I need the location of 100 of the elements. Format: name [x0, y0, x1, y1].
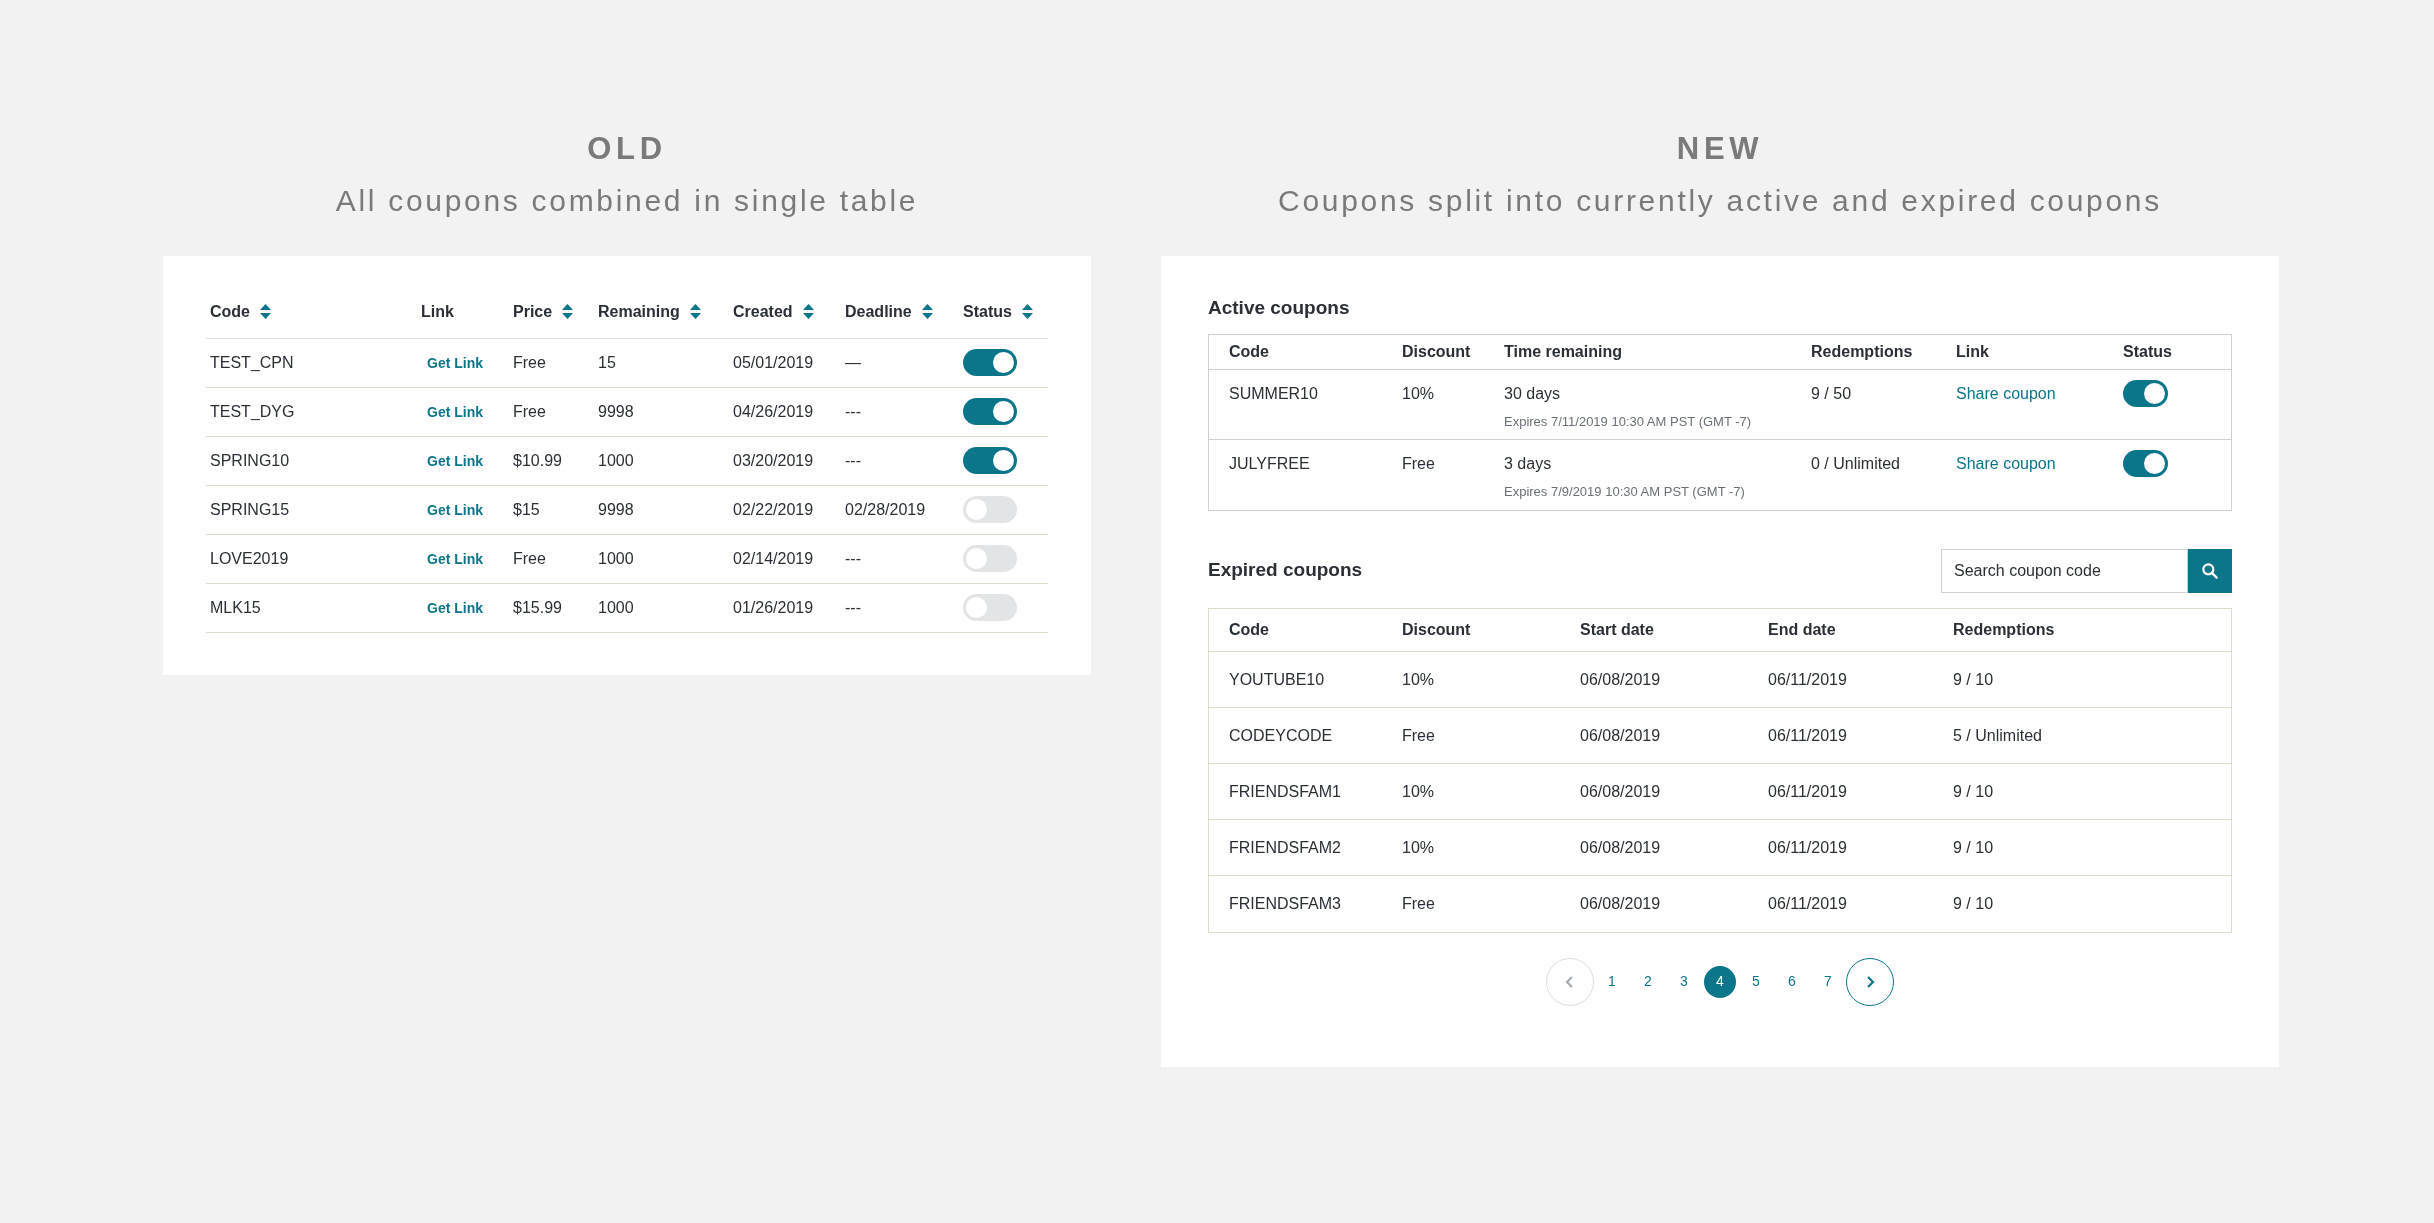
table-cell: SPRING15 — [210, 500, 290, 518]
section-title: Expired coupons — [1208, 558, 1363, 583]
table-cell: CODEYCODE — [1229, 726, 1333, 744]
table-cell: --- — [845, 549, 861, 567]
table-cell: 06/11/2019 — [1768, 782, 1847, 800]
table-cell: 9 / 10 — [1953, 670, 1994, 688]
table-cell: 06/08/2019 — [1580, 726, 1661, 744]
table-cell: 02/28/2019 — [845, 500, 926, 518]
table-cell: — — [845, 353, 861, 371]
get-link[interactable]: Get Link — [427, 550, 483, 567]
expiry-note: Expires 7/11/2019 10:30 AM PST (GMT -7) — [1504, 412, 1753, 431]
table-cell: $10.99 — [513, 451, 562, 469]
status-toggle[interactable] — [963, 594, 1017, 621]
status-toggle[interactable] — [2123, 450, 2168, 477]
table-cell: Free — [513, 549, 546, 567]
table-cell: 06/08/2019 — [1580, 670, 1661, 688]
column-header[interactable]: Status — [963, 299, 1012, 324]
expiry-note: Expires 7/9/2019 10:30 AM PST (GMT -7) — [1504, 483, 1746, 501]
table-cell: 06/08/2019 — [1580, 894, 1661, 912]
table-cell: FRIENDSFAM2 — [1229, 838, 1341, 856]
page-button[interactable]: 1 — [1596, 965, 1628, 998]
column-header: Discount — [1402, 620, 1471, 638]
column-header: Code — [1229, 342, 1269, 360]
status-toggle[interactable] — [963, 447, 1017, 474]
column-header: Redemptions — [1953, 620, 2055, 638]
page-button[interactable]: 7 — [1812, 965, 1844, 998]
table-cell: 02/14/2019 — [733, 549, 814, 567]
sort-icon[interactable] — [562, 304, 574, 320]
sort-icon[interactable] — [1021, 304, 1033, 320]
table-cell: SPRING10 — [210, 451, 290, 469]
chevron-right-icon — [1864, 973, 1876, 990]
page-button[interactable]: 6 — [1776, 965, 1808, 998]
get-link[interactable]: Get Link — [427, 452, 483, 469]
sort-icon[interactable] — [921, 304, 933, 320]
table-cell: --- — [845, 451, 861, 469]
table-cell: MLK15 — [210, 598, 261, 616]
table-cell: Free — [513, 402, 546, 420]
share-link[interactable]: Share coupon — [1956, 455, 2056, 472]
table-cell: 03/20/2019 — [733, 451, 814, 469]
sort-icon[interactable] — [689, 304, 701, 320]
table-cell: 06/11/2019 — [1768, 894, 1847, 912]
table-cell: YOUTUBE10 — [1229, 670, 1325, 688]
table-cell: 10% — [1402, 384, 1435, 402]
section-heading: NEW — [1676, 130, 1764, 166]
table-cell: 1000 — [598, 598, 634, 616]
time-remaining: 30 days — [1504, 383, 1562, 404]
column-header[interactable]: Remaining — [598, 299, 680, 324]
column-header: End date — [1768, 620, 1836, 638]
table-cell: 04/26/2019 — [733, 402, 814, 420]
table-cell: 06/11/2019 — [1768, 726, 1847, 744]
table-cell: 06/08/2019 — [1580, 838, 1661, 856]
share-link[interactable]: Share coupon — [1956, 384, 2056, 402]
status-toggle[interactable] — [2123, 379, 2168, 407]
get-link[interactable]: Get Link — [427, 599, 483, 616]
table-cell: Free — [1402, 726, 1435, 744]
page-button[interactable]: 5 — [1740, 965, 1772, 998]
time-remaining: 3 days — [1504, 454, 1553, 474]
column-header: Link — [421, 301, 454, 322]
column-header[interactable]: Created — [733, 299, 793, 324]
get-link[interactable]: Get Link — [427, 403, 483, 420]
table-cell: 10% — [1402, 670, 1435, 688]
table-cell: 15 — [598, 353, 616, 371]
column-header[interactable]: Price — [513, 299, 553, 324]
column-header: Discount — [1402, 342, 1471, 360]
table-cell: TEST_CPN — [210, 353, 294, 371]
table-cell: 1000 — [598, 549, 634, 567]
table-cell: Free — [1402, 894, 1435, 912]
column-header: Status — [2123, 342, 2172, 360]
column-header[interactable]: Code — [210, 299, 250, 324]
status-toggle[interactable] — [963, 496, 1017, 523]
table-cell: Free — [513, 353, 546, 371]
column-header: Redemptions — [1811, 342, 1913, 360]
page-button[interactable]: 4 — [1704, 965, 1736, 998]
page-button[interactable]: 2 — [1632, 965, 1664, 998]
table-cell: 10% — [1402, 782, 1435, 800]
status-toggle[interactable] — [963, 398, 1017, 425]
table-cell: SUMMER10 — [1229, 384, 1318, 402]
column-header: Start date — [1580, 620, 1654, 638]
get-link[interactable]: Get Link — [427, 354, 483, 371]
search-field[interactable]: Search coupon code — [1941, 548, 2188, 593]
get-link[interactable]: Get Link — [427, 501, 483, 518]
sort-icon[interactable] — [260, 304, 271, 320]
chevron-left-icon — [1564, 973, 1576, 990]
table-cell: FRIENDSFAM1 — [1229, 782, 1341, 800]
table-cell: $15.99 — [513, 598, 562, 616]
sort-icon[interactable] — [802, 304, 814, 320]
status-toggle[interactable] — [963, 545, 1017, 572]
column-header[interactable]: Deadline — [845, 299, 912, 324]
search-button[interactable] — [2188, 548, 2232, 593]
table-cell: 9998 — [598, 402, 634, 420]
table-cell: $15 — [513, 500, 540, 518]
table-cell: 06/08/2019 — [1580, 782, 1661, 800]
table-cell: --- — [845, 402, 861, 420]
page-button[interactable]: 3 — [1668, 965, 1700, 998]
table-cell: 1000 — [598, 451, 634, 469]
table-cell: JULYFREE — [1229, 455, 1310, 472]
status-toggle[interactable] — [963, 349, 1017, 376]
search-icon — [2200, 560, 2220, 581]
section-title: Active coupons — [1208, 296, 1351, 320]
column-header: Time remaining — [1504, 342, 1622, 360]
